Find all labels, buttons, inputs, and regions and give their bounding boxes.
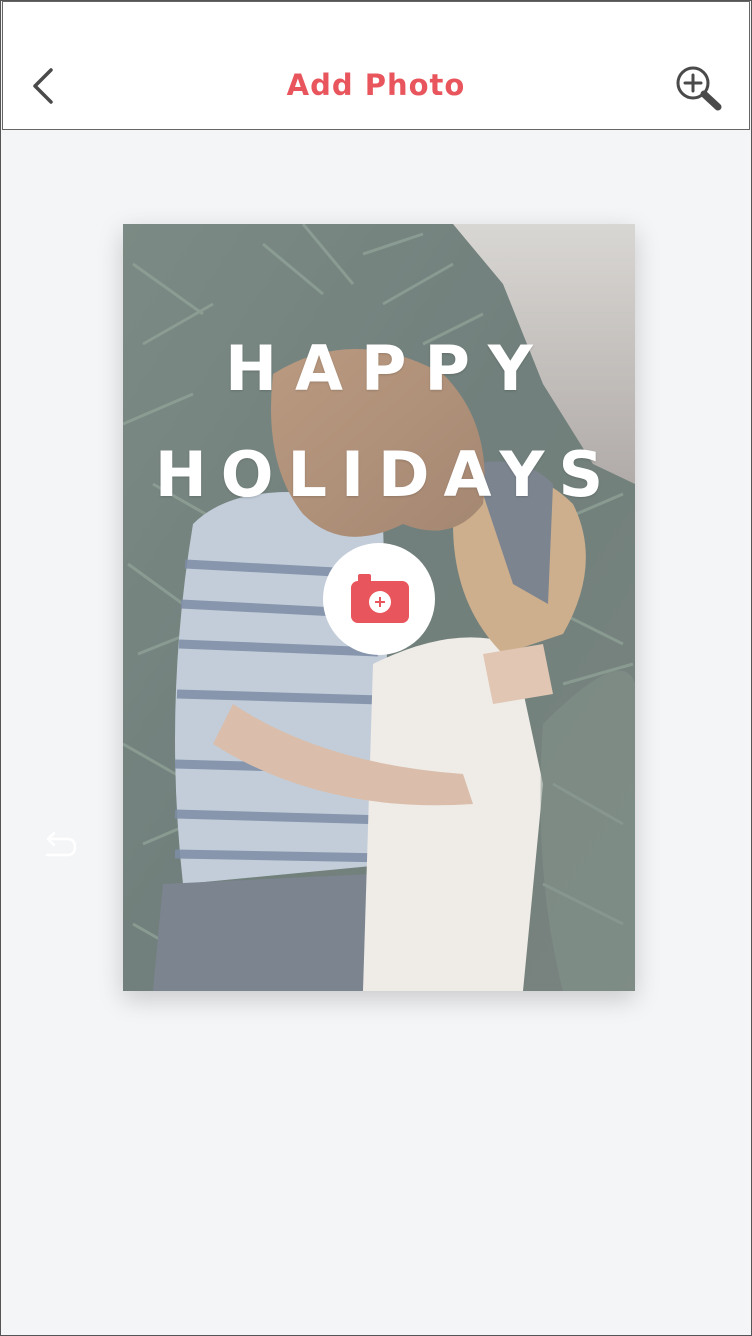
- zoom-button[interactable]: [671, 62, 727, 114]
- card-headline-line2[interactable]: HOLIDAYS: [123, 438, 635, 511]
- add-photo-button[interactable]: [323, 543, 435, 655]
- card-preview[interactable]: HAPPY HOLIDAYS: [123, 224, 635, 991]
- undo-button[interactable]: [41, 829, 81, 865]
- app-screen: Add Photo HAPPY HOLIDAYS: [0, 0, 752, 1336]
- undo-icon: [45, 831, 77, 857]
- page-title: Add Photo: [286, 68, 466, 102]
- zoom-in-icon: [676, 66, 722, 111]
- camera-plus-icon: [351, 574, 409, 623]
- card-headline-line1[interactable]: HAPPY: [123, 332, 635, 405]
- top-bar: Add Photo: [2, 1, 750, 130]
